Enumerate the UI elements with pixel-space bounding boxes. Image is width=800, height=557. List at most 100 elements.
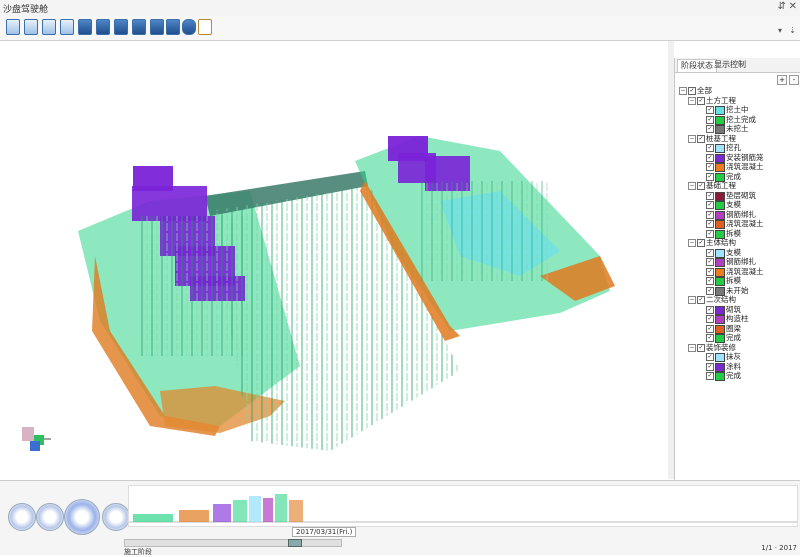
tree-row[interactable]: − ✓ 二次结构 [675, 295, 800, 305]
rewind-button[interactable] [8, 503, 36, 531]
tree-row[interactable]: ✓ 钢筋绑扎 [675, 210, 800, 220]
tree-checkbox[interactable]: ✓ [706, 115, 714, 124]
tree-checkbox[interactable]: ✓ [697, 343, 705, 352]
tree-checkbox[interactable]: ✓ [706, 201, 714, 209]
tree-row[interactable]: ✓ 浇筑混凝土 [675, 219, 800, 229]
tree-checkbox[interactable]: ✓ [706, 106, 714, 114]
tree-row[interactable]: ✓ 钢筋绑扎 [675, 257, 800, 267]
tree-row[interactable]: ✓ 挖孔 [675, 143, 800, 153]
view-iso-3-button[interactable] [150, 19, 164, 35]
view-right-button[interactable] [60, 19, 74, 35]
chevron-down-icon[interactable]: ▾ [778, 26, 782, 35]
close-icon[interactable]: ✕ [789, 1, 797, 12]
tree-checkbox[interactable]: ✓ [706, 267, 714, 276]
tree-row[interactable]: ✓ 浇筑混凝土 [675, 162, 800, 172]
tree-row[interactable]: ✓ 完成 [675, 333, 800, 343]
tree-expander-icon[interactable]: − [688, 134, 696, 143]
step-forward-button[interactable] [102, 503, 130, 531]
tree-row[interactable]: ✓ 安装钢筋笼 [675, 153, 800, 163]
tree-expander-icon[interactable]: − [679, 87, 687, 95]
tree-checkbox[interactable]: ✓ [706, 305, 714, 314]
tree-row[interactable]: ✓ 涂料 [675, 362, 800, 372]
tree-row[interactable]: ✓ 拆模 [675, 229, 800, 239]
tab-display-control[interactable]: 显示控制 [711, 59, 749, 71]
tree-row[interactable]: − ✓ 桩基工程 [675, 134, 800, 144]
view-bottom-button[interactable] [96, 19, 110, 35]
tree-row[interactable]: ✓ 支模 [675, 200, 800, 210]
tree-checkbox[interactable]: ✓ [706, 324, 714, 333]
tree-checkbox[interactable]: ✓ [688, 87, 696, 95]
tree-row[interactable]: ✓ 未开始 [675, 286, 800, 296]
tree-row[interactable]: ✓ 拆模 [675, 276, 800, 286]
navigation-cube-icon[interactable] [18, 421, 52, 455]
tree-checkbox[interactable]: ✓ [697, 96, 705, 105]
tree-checkbox[interactable]: ✓ [697, 239, 705, 247]
tree-row[interactable]: ✓ 圈梁 [675, 324, 800, 334]
layers-icon[interactable] [182, 19, 196, 35]
tree-row[interactable]: − ✓ 基础工程 [675, 181, 800, 191]
tree-row[interactable]: ✓ 挖土完成 [675, 115, 800, 125]
tree-row[interactable]: − ✓ 装饰装修 [675, 343, 800, 353]
tree-row[interactable]: ✓ 未挖土 [675, 124, 800, 134]
tree-expander-icon[interactable]: − [688, 96, 696, 105]
3d-model-viewport[interactable] [0, 41, 669, 479]
tree-row[interactable]: ✓ 挖土中 [675, 105, 800, 115]
pin-icon[interactable]: ⇵ [778, 1, 786, 12]
tree-checkbox[interactable]: ✓ [706, 210, 714, 219]
tree-checkbox[interactable]: ✓ [706, 163, 714, 171]
tree-checkbox[interactable]: ✓ [706, 334, 714, 342]
step-back-button[interactable] [36, 503, 64, 531]
tree-checkbox[interactable]: ✓ [706, 248, 714, 257]
progress-chart[interactable] [128, 485, 798, 527]
view-iso-2-button[interactable] [132, 19, 146, 35]
tree-checkbox[interactable]: ✓ [706, 125, 714, 133]
collapse-all-button[interactable]: - [789, 75, 799, 85]
view-back-button[interactable] [24, 19, 38, 35]
tree-row[interactable]: ✓ 抹灰 [675, 352, 800, 362]
tree-row[interactable]: − ✓ 主体结构 [675, 238, 800, 248]
view-left-button[interactable] [42, 19, 56, 35]
tree-row[interactable]: − ✓ 土方工程 [675, 96, 800, 106]
pin-icon[interactable]: ⇣ [789, 26, 796, 35]
tree-checkbox[interactable]: ✓ [706, 315, 714, 323]
tree-row[interactable]: ✓ 完成 [675, 172, 800, 182]
tree-expander-icon[interactable]: − [688, 296, 696, 304]
tree-checkbox[interactable]: ✓ [697, 182, 705, 190]
play-button[interactable] [64, 499, 100, 535]
tree-expander-icon[interactable]: − [688, 182, 696, 190]
tree-row[interactable]: − ✓ 全部 [675, 86, 800, 96]
tree-checkbox[interactable]: ✓ [706, 191, 714, 200]
tree-row[interactable]: ✓ 支模 [675, 248, 800, 258]
tree-row[interactable]: ✓ 构造柱 [675, 314, 800, 324]
tree-checkbox[interactable]: ✓ [706, 258, 714, 266]
tree-checkbox[interactable]: ✓ [706, 286, 714, 295]
tree-checkbox[interactable]: ✓ [706, 372, 714, 380]
document-icon[interactable] [198, 19, 212, 35]
view-iso-1-button[interactable] [114, 19, 128, 35]
tree-checkbox[interactable]: ✓ [706, 144, 714, 152]
tree-item-label: 钢筋绑扎 [726, 257, 756, 266]
view-iso-4-button[interactable] [166, 19, 180, 35]
timeline-slider[interactable] [124, 539, 342, 547]
view-front-button[interactable] [6, 19, 20, 35]
tree-row[interactable]: ✓ 完成 [675, 371, 800, 381]
timeline-slider-thumb[interactable] [288, 539, 302, 547]
tree-checkbox[interactable]: ✓ [706, 172, 714, 181]
tree-checkbox[interactable]: ✓ [706, 220, 714, 228]
tree-checkbox[interactable]: ✓ [706, 153, 714, 162]
tree-expander-icon[interactable]: − [688, 239, 696, 247]
view-top-button[interactable] [78, 19, 92, 35]
tree-checkbox[interactable]: ✓ [706, 353, 714, 361]
tree-row[interactable]: ✓ 砌筑 [675, 305, 800, 315]
tree-checkbox[interactable]: ✓ [697, 296, 705, 304]
tree-row[interactable]: ✓ 垫层砌筑 [675, 191, 800, 201]
tree-item-label: 钢筋绑扎 [726, 209, 756, 219]
tree-checkbox[interactable]: ✓ [706, 362, 714, 371]
tree-checkbox[interactable]: ✓ [706, 229, 714, 238]
expand-all-button[interactable]: + [777, 75, 787, 85]
tree-item-label: 支模 [726, 247, 741, 257]
tree-checkbox[interactable]: ✓ [697, 134, 705, 143]
tree-expander-icon[interactable]: − [688, 343, 696, 352]
tree-checkbox[interactable]: ✓ [706, 277, 714, 285]
tree-row[interactable]: ✓ 浇筑混凝土 [675, 267, 800, 277]
